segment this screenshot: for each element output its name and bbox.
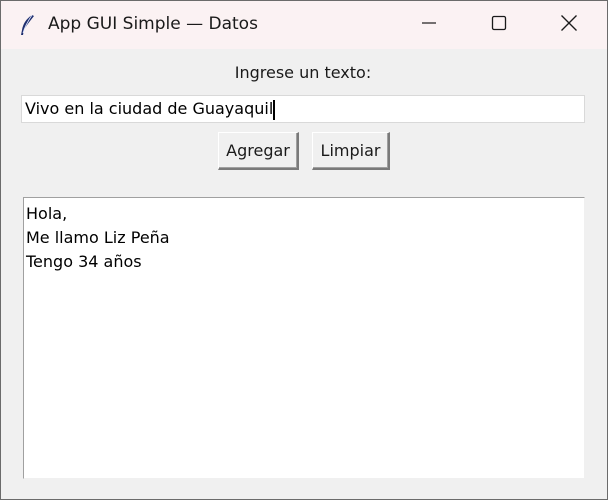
- window-title: App GUI Simple — Datos: [48, 14, 258, 34]
- minimize-button[interactable]: [394, 1, 464, 49]
- clear-button[interactable]: Limpiar: [312, 132, 390, 170]
- app-window: App GUI Simple — Datos Ingrese un texto:…: [0, 0, 608, 500]
- entry-value: Vivo en la ciudad de Guayaquil: [25, 99, 274, 118]
- output-line: Hola,: [26, 204, 68, 223]
- tk-feather-icon: [15, 13, 39, 37]
- close-icon: [560, 14, 578, 36]
- minimize-icon: [421, 15, 437, 35]
- output-line: Me llamo Liz Peña: [26, 228, 170, 247]
- title-bar[interactable]: App GUI Simple — Datos: [1, 1, 607, 49]
- output-line: Tengo 34 años: [26, 252, 142, 271]
- text-caret: [273, 99, 276, 120]
- output-textarea[interactable]: Hola, Me llamo Liz Peña Tengo 34 años: [23, 197, 585, 479]
- maximize-icon: [491, 15, 507, 35]
- client-area: Ingrese un texto: Vivo en la ciudad de G…: [1, 49, 607, 499]
- prompt-label: Ingrese un texto:: [234, 63, 372, 82]
- text-entry[interactable]: Vivo en la ciudad de Guayaquil: [21, 95, 585, 123]
- close-button[interactable]: [534, 1, 604, 49]
- add-button[interactable]: Agregar: [218, 132, 299, 170]
- maximize-button[interactable]: [464, 1, 534, 49]
